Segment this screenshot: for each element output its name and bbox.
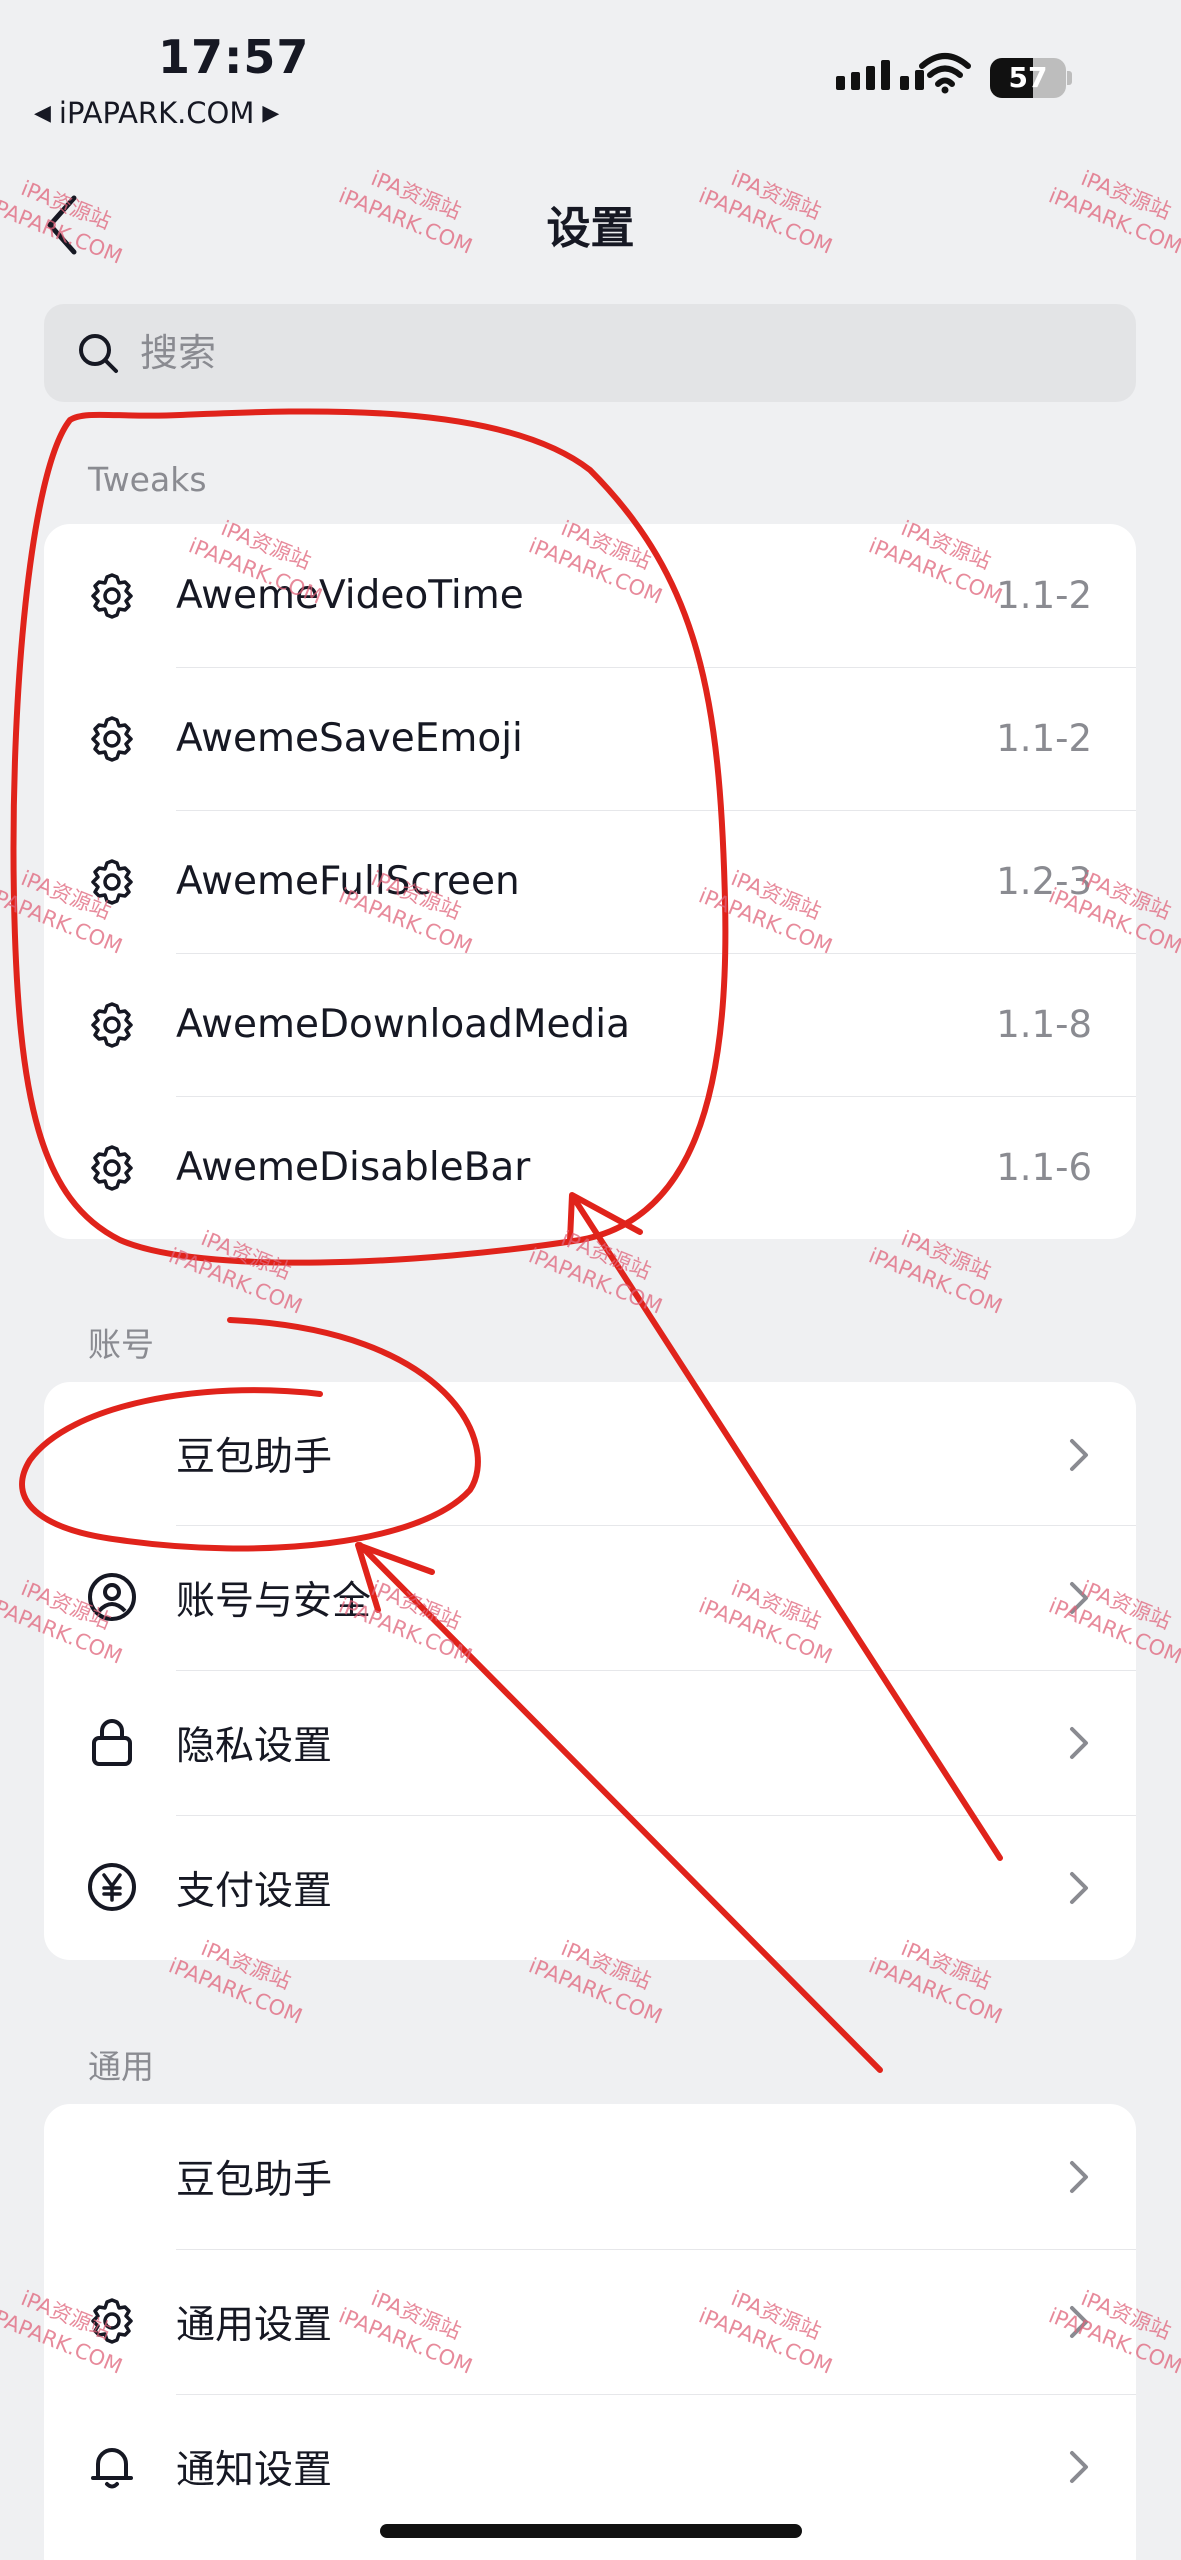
bell-icon (91, 2448, 133, 2489)
tweak-label: AwemeDownloadMedia (176, 1002, 630, 1047)
account-row-privacy[interactable]: 隐私设置 (44, 1670, 1136, 1815)
chevron-right-icon (1070, 2306, 1088, 2338)
general-row-doubao[interactable]: 豆包助手 (44, 2104, 1136, 2249)
tweak-label: AwemeFullScreen (176, 859, 520, 904)
tweak-version: 1.1-8 (996, 1003, 1092, 1046)
general-card: 豆包助手 通用设置 通知设置 (44, 2104, 1136, 2560)
tweak-row-awemesaveemoji[interactable]: AwemeSaveEmoji 1.1-2 (44, 667, 1136, 810)
home-indicator (380, 2524, 802, 2538)
search-bar[interactable] (44, 304, 1136, 402)
tweak-label: AwemeDisableBar (176, 1145, 531, 1190)
general-row-settings[interactable]: 通用设置 (44, 2249, 1136, 2394)
tweak-row-awemefullscreen[interactable]: AwemeFullScreen 1.2-3 (44, 810, 1136, 953)
search-input[interactable] (140, 331, 1040, 375)
forward-triangle-icon: ▶ (262, 100, 280, 126)
tweak-version: 1.2-3 (996, 860, 1092, 903)
back-app-label: iPAPARK.COM (58, 96, 255, 130)
search-icon (79, 334, 118, 373)
back-to-app-button[interactable]: ◀ iPAPARK.COM ▶ (34, 96, 279, 130)
chevron-right-icon (1070, 1439, 1088, 1471)
row-label: 通知设置 (176, 2447, 333, 2493)
row-label: 支付设置 (176, 1868, 333, 1914)
tweaks-card: AwemeVideoTime 1.1-2 AwemeSaveEmoji 1.1-… (44, 524, 1136, 1239)
row-label: 豆包助手 (176, 1434, 333, 1480)
gear-icon (91, 1145, 133, 1191)
general-row-notifications[interactable]: 通知设置 (44, 2394, 1136, 2539)
chevron-right-icon (1070, 2161, 1088, 2193)
section-label-general: 通用 (88, 2047, 154, 2086)
tweak-row-awemevideotime[interactable]: AwemeVideoTime 1.1-2 (44, 524, 1136, 667)
section-label-tweaks: Tweaks (88, 460, 207, 499)
account-row-doubao[interactable]: 豆包助手 (44, 1382, 1136, 1525)
tweak-row-awemedownloadmedia[interactable]: AwemeDownloadMedia 1.1-8 (44, 953, 1136, 1096)
row-label: 通用设置 (176, 2302, 333, 2348)
chevron-right-icon (1070, 1872, 1088, 1904)
row-label: 豆包助手 (176, 2157, 333, 2203)
tweak-version: 1.1-2 (996, 717, 1092, 760)
tweak-version: 1.1-2 (996, 574, 1092, 617)
row-label: 账号与安全 (176, 1578, 372, 1624)
account-row-security[interactable]: 账号与安全 (44, 1525, 1136, 1670)
battery-icon: 57 (990, 58, 1072, 98)
chevron-right-icon (1070, 1727, 1088, 1759)
gear-icon (91, 1002, 133, 1048)
battery-percent: 57 (1008, 61, 1048, 94)
cellular-signal-icon (836, 60, 924, 90)
gear-icon (91, 859, 133, 905)
tweak-version: 1.1-6 (996, 1146, 1092, 1189)
chevron-right-icon (1070, 1582, 1088, 1614)
account-row-payment[interactable]: 支付设置 (44, 1815, 1136, 1960)
chevron-right-icon (1070, 2451, 1088, 2483)
account-card: 豆包助手 账号与安全 隐私设置 支付设置 (44, 1382, 1136, 1960)
section-label-account: 账号 (88, 1325, 154, 1364)
page-title: 设置 (546, 203, 635, 254)
tweak-row-awemedisablebar[interactable]: AwemeDisableBar 1.1-6 (44, 1096, 1136, 1239)
status-time: 17:57 (158, 30, 310, 84)
lock-icon (92, 1719, 132, 1766)
gear-icon (91, 716, 133, 762)
back-triangle-icon: ◀ (34, 100, 51, 126)
row-label: 隐私设置 (176, 1723, 333, 1769)
gear-icon (91, 2298, 133, 2344)
user-icon (88, 1573, 136, 1621)
wifi-icon (919, 53, 971, 94)
tweak-label: AwemeVideoTime (176, 573, 524, 618)
yuan-icon (88, 1863, 136, 1911)
gear-icon (91, 573, 133, 619)
tweak-label: AwemeSaveEmoji (176, 716, 523, 761)
